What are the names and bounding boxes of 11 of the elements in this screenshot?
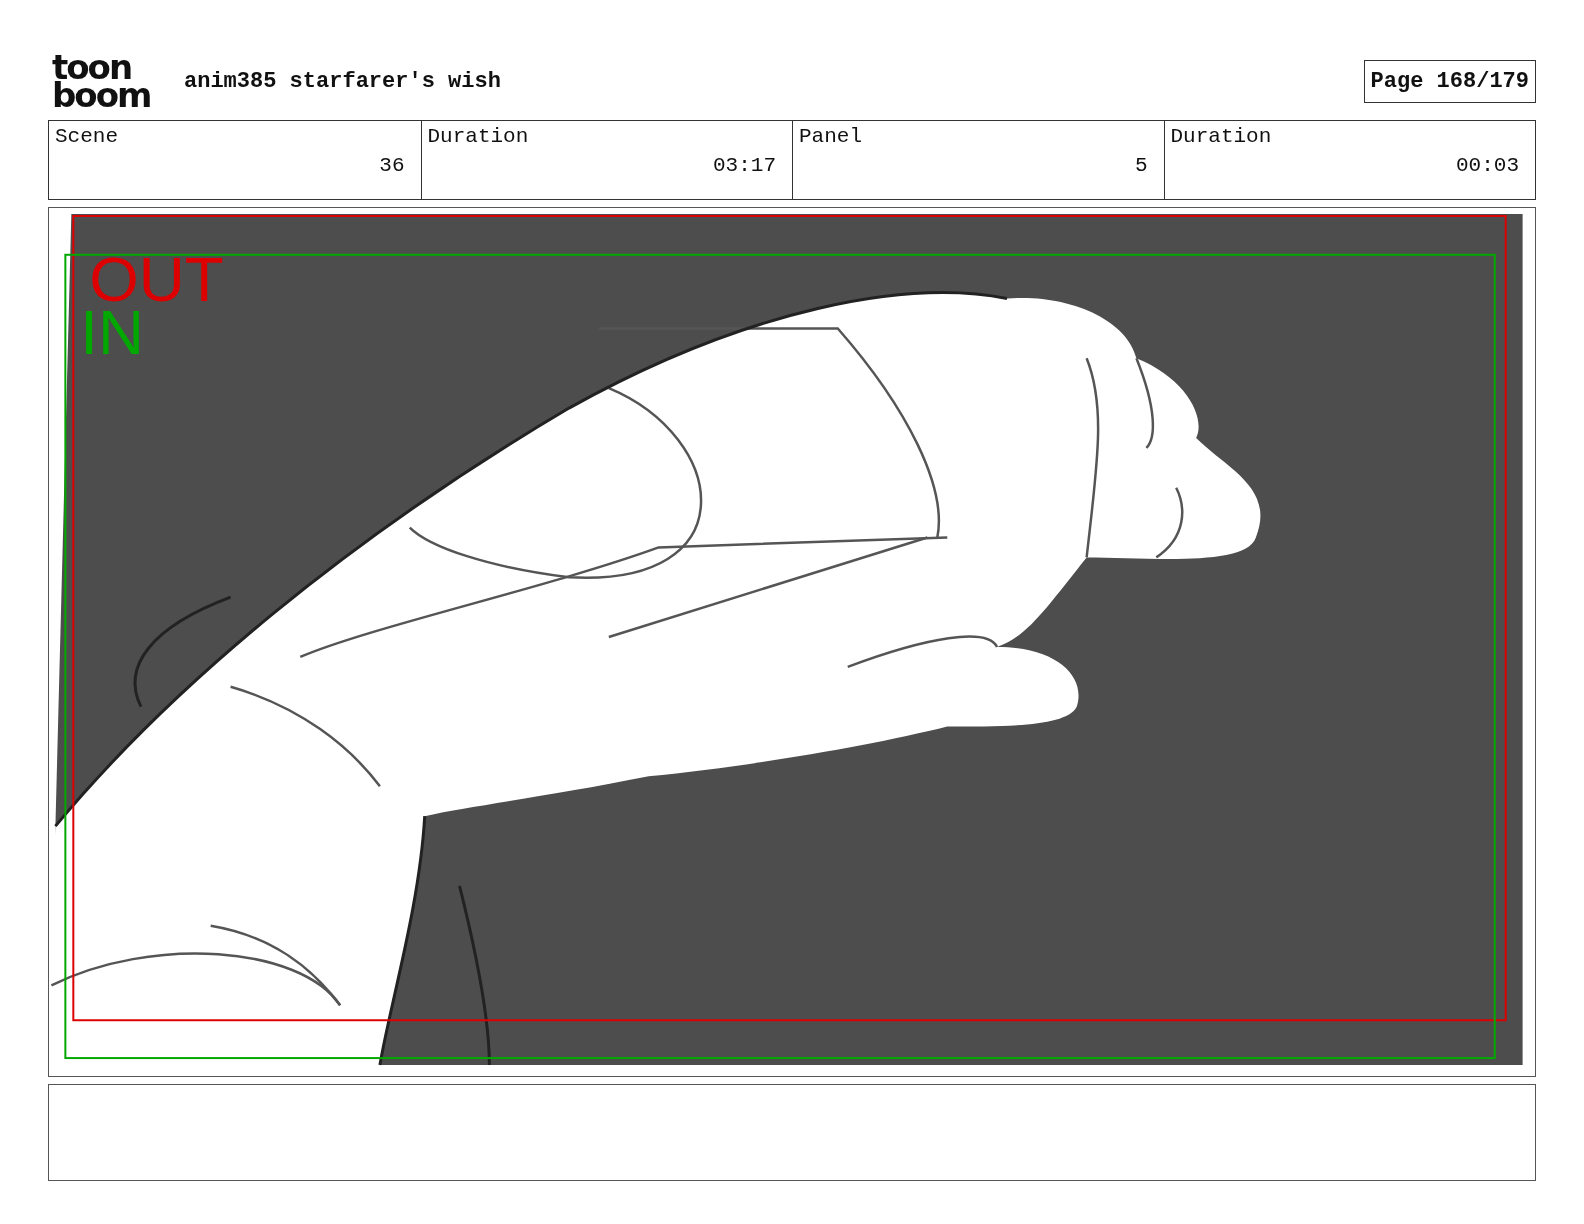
field-label: Scene bbox=[55, 125, 119, 148]
field-value: 00:03 bbox=[1456, 154, 1519, 177]
field-label: Panel bbox=[799, 125, 863, 148]
logo-text: toon boom bbox=[52, 53, 152, 109]
field-label: Duration bbox=[1170, 125, 1273, 148]
field-value: 03:17 bbox=[713, 154, 776, 177]
field-value: 5 bbox=[1134, 154, 1148, 177]
field-label: Duration bbox=[427, 125, 530, 148]
project-title: anim385 starfarer's wish bbox=[184, 68, 502, 94]
field-value: 36 bbox=[379, 154, 405, 177]
page-number: Page 168/179 bbox=[1363, 59, 1536, 103]
